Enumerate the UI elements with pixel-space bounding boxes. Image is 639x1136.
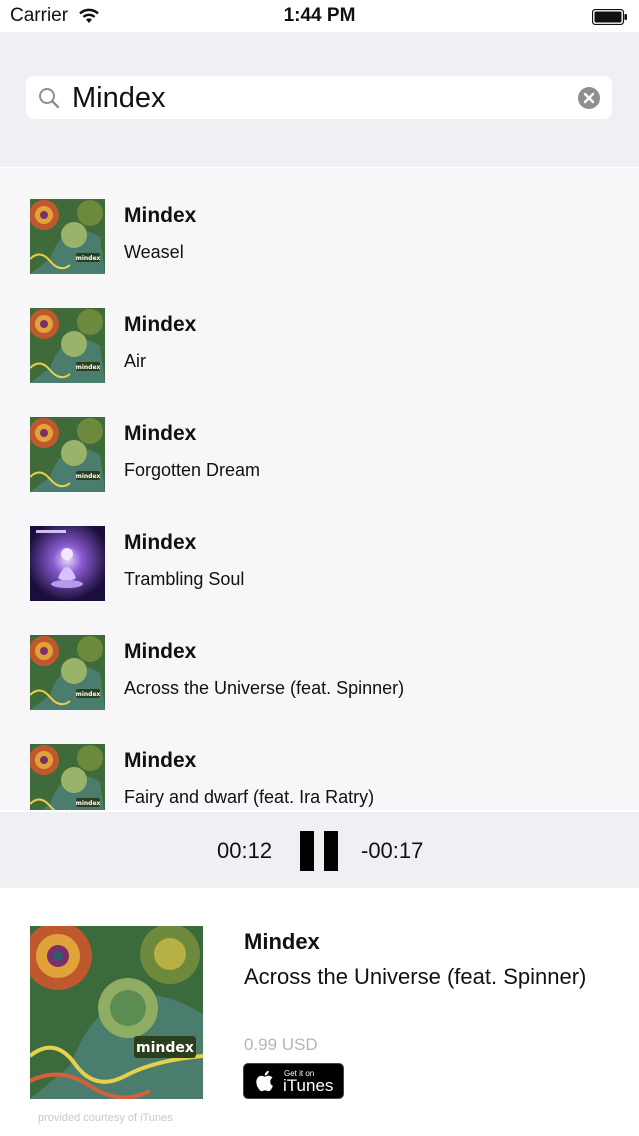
album-artwork: mindex [30, 744, 105, 810]
result-artist: Mindex [124, 204, 197, 227]
status-bar: Carrier 1:44 PM [0, 0, 639, 32]
search-bar: Mindex [0, 32, 639, 167]
result-artist: Mindex [124, 640, 197, 663]
result-title: Across the Universe (feat. Spinner) [124, 678, 405, 698]
svg-text:mindex: mindex [76, 800, 101, 807]
result-row[interactable]: mindex Mindex Forgotten Dream [0, 386, 639, 495]
result-row[interactable]: Mindex Trambling Soul [0, 495, 639, 604]
result-title: Air [124, 351, 146, 371]
result-artist: Mindex [124, 531, 197, 554]
search-results-list: mindex Mindex Weasel mindex Mindex Air m… [0, 168, 639, 810]
album-artwork: mindex [30, 199, 105, 274]
result-row[interactable]: mindex Mindex Air [0, 277, 639, 386]
elapsed-time: 00:12 [217, 838, 273, 863]
album-artwork: mindex [30, 308, 105, 383]
result-artist: Mindex [124, 313, 197, 336]
battery-icon [592, 9, 627, 25]
result-row[interactable]: mindex Mindex Across the Universe (feat.… [0, 604, 639, 713]
cover-logo-text: mindex [136, 1040, 194, 1056]
album-artwork: mindex [30, 417, 105, 492]
now-playing-artwork: mindex [30, 926, 203, 1099]
result-title: Trambling Soul [124, 569, 245, 589]
search-icon [39, 88, 60, 109]
album-artwork: mindex [30, 635, 105, 710]
svg-text:mindex: mindex [76, 691, 101, 698]
apple-icon [256, 1070, 273, 1092]
remaining-time: -00:17 [361, 838, 424, 863]
search-input[interactable]: Mindex [26, 76, 612, 119]
price-label: 0.99 USD [244, 1035, 318, 1054]
clear-search-icon[interactable] [578, 87, 600, 109]
result-title: Forgotten Dream [124, 460, 261, 480]
result-title: Weasel [124, 242, 184, 262]
result-row[interactable]: mindex Mindex Fairy and dwarf (feat. Ira… [0, 713, 639, 810]
search-input-value: Mindex [72, 82, 166, 114]
now-playing-details: mindex Mindex Across the Universe (feat.… [0, 888, 639, 1136]
svg-text:mindex: mindex [76, 364, 101, 371]
result-artist: Mindex [124, 749, 197, 772]
pause-icon-bar [324, 831, 338, 871]
badge-store-name: iTunes [283, 1076, 334, 1095]
now-playing-title: Across the Universe (feat. Spinner) [244, 964, 587, 989]
album-artwork [30, 526, 105, 601]
status-time: 1:44 PM [283, 5, 356, 26]
courtesy-note: provided courtesy of iTunes [38, 1112, 173, 1124]
result-artist: Mindex [124, 422, 197, 445]
get-it-on-itunes-button[interactable]: Get it on iTunes [243, 1063, 344, 1099]
pause-icon [300, 831, 314, 871]
now-playing-artist: Mindex [244, 929, 320, 954]
svg-text:mindex: mindex [76, 255, 101, 262]
result-row[interactable]: mindex Mindex Weasel [0, 168, 639, 277]
pause-button[interactable] [300, 831, 340, 871]
player-controls: 00:12 -00:17 [0, 812, 639, 888]
result-title: Fairy and dwarf (feat. Ira Ratry) [124, 787, 375, 807]
svg-text:mindex: mindex [76, 473, 101, 480]
